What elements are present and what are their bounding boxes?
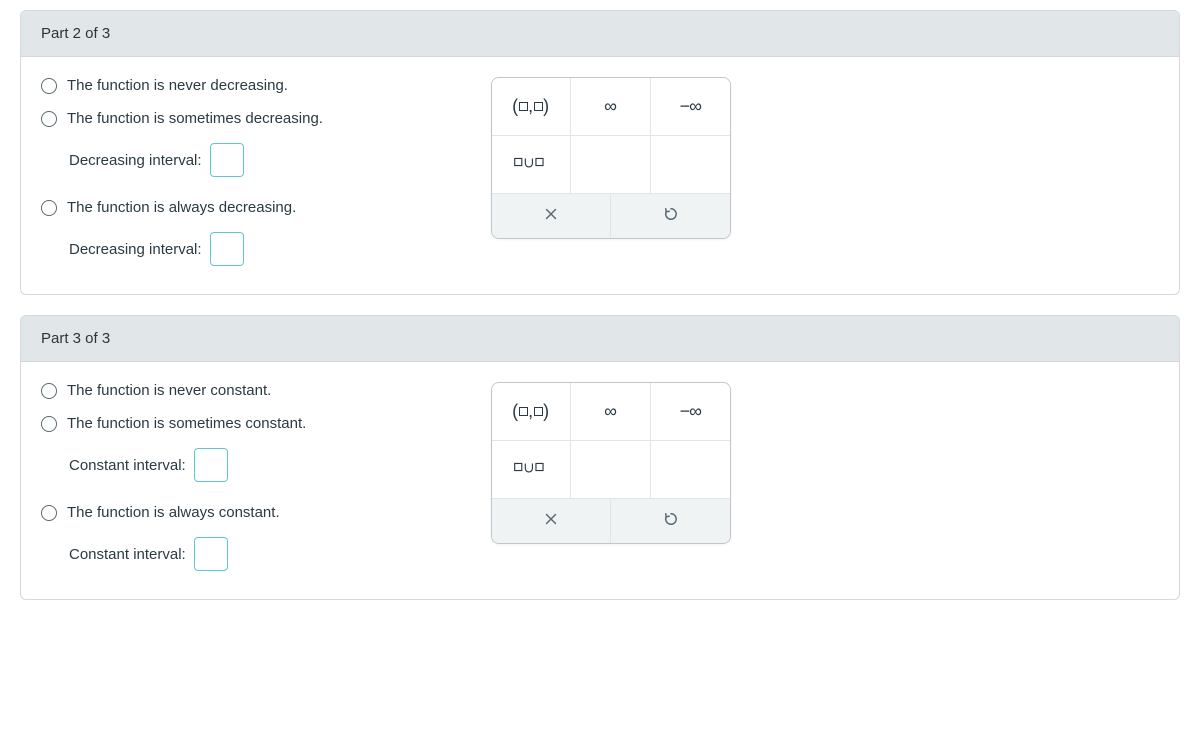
radio-option-never-constant[interactable]: The function is never constant. xyxy=(41,382,461,399)
palette-neg-infinity[interactable]: −∞ xyxy=(651,78,730,136)
palette-empty-b xyxy=(651,441,730,499)
radio-option-sometimes-constant[interactable]: The function is sometimes constant. xyxy=(41,415,461,432)
palette-empty-b xyxy=(651,136,730,194)
symbol-palette: (,) ∞ −∞ xyxy=(491,382,731,544)
interval-input[interactable] xyxy=(194,537,228,571)
part-header: Part 3 of 3 xyxy=(21,316,1179,362)
palette-actions xyxy=(492,499,730,543)
palette-infinity[interactable]: ∞ xyxy=(571,383,650,441)
open-interval-icon: (,) xyxy=(512,401,550,422)
part-2-section: Part 2 of 3 The function is never decrea… xyxy=(20,10,1180,295)
close-icon xyxy=(542,205,560,227)
palette-infinity[interactable]: ∞ xyxy=(571,78,650,136)
interval-input[interactable] xyxy=(210,143,244,177)
radio-icon xyxy=(41,111,57,127)
radio-icon xyxy=(41,78,57,94)
palette-neg-infinity[interactable]: −∞ xyxy=(651,383,730,441)
interval-input[interactable] xyxy=(194,448,228,482)
union-icon xyxy=(514,458,548,481)
part-header-label: Part 3 of 3 xyxy=(41,330,110,347)
section-body: The function is never decreasing. The fu… xyxy=(21,57,1179,294)
radio-icon xyxy=(41,383,57,399)
palette-grid: (,) ∞ −∞ xyxy=(492,78,730,194)
radio-icon xyxy=(41,416,57,432)
palette-empty-a xyxy=(571,441,650,499)
options-column: The function is never constant. The func… xyxy=(41,382,461,575)
undo-icon xyxy=(662,510,680,532)
interval-label: Constant interval: xyxy=(69,457,186,474)
radio-option-never-decreasing[interactable]: The function is never decreasing. xyxy=(41,77,461,94)
constant-interval-row-b: Constant interval: xyxy=(41,537,461,571)
option-label: The function is always constant. xyxy=(67,504,280,521)
palette-undo-button[interactable] xyxy=(611,194,730,238)
option-label: The function is always decreasing. xyxy=(67,199,296,216)
palette-union[interactable] xyxy=(492,441,571,499)
palette-empty-a xyxy=(571,136,650,194)
undo-icon xyxy=(662,205,680,227)
open-interval-icon: (,) xyxy=(512,96,550,117)
interval-label: Constant interval: xyxy=(69,546,186,563)
decreasing-interval-row-a: Decreasing interval: xyxy=(41,143,461,177)
palette-open-interval[interactable]: (,) xyxy=(492,78,571,136)
palette-actions xyxy=(492,194,730,238)
part-3-section: Part 3 of 3 The function is never consta… xyxy=(20,315,1180,600)
close-icon xyxy=(542,510,560,532)
radio-option-sometimes-decreasing[interactable]: The function is sometimes decreasing. xyxy=(41,110,461,127)
option-label: The function is sometimes decreasing. xyxy=(67,110,323,127)
option-label: The function is never decreasing. xyxy=(67,77,288,94)
interval-label: Decreasing interval: xyxy=(69,152,202,169)
neg-infinity-icon: −∞ xyxy=(680,401,701,422)
palette-undo-button[interactable] xyxy=(611,499,730,543)
radio-option-always-constant[interactable]: The function is always constant. xyxy=(41,504,461,521)
options-column: The function is never decreasing. The fu… xyxy=(41,77,461,270)
part-header: Part 2 of 3 xyxy=(21,11,1179,57)
palette-grid: (,) ∞ −∞ xyxy=(492,383,730,499)
palette-open-interval[interactable]: (,) xyxy=(492,383,571,441)
infinity-icon: ∞ xyxy=(604,401,617,422)
interval-label: Decreasing interval: xyxy=(69,241,202,258)
part-header-label: Part 2 of 3 xyxy=(41,25,110,42)
radio-icon xyxy=(41,505,57,521)
palette-union[interactable] xyxy=(492,136,571,194)
section-body: The function is never constant. The func… xyxy=(21,362,1179,599)
radio-icon xyxy=(41,200,57,216)
infinity-icon: ∞ xyxy=(604,96,617,117)
symbol-palette: (,) ∞ −∞ xyxy=(491,77,731,239)
decreasing-interval-row-b: Decreasing interval: xyxy=(41,232,461,266)
palette-clear-button[interactable] xyxy=(492,194,611,238)
union-icon xyxy=(514,153,548,176)
option-label: The function is never constant. xyxy=(67,382,271,399)
radio-option-always-decreasing[interactable]: The function is always decreasing. xyxy=(41,199,461,216)
interval-input[interactable] xyxy=(210,232,244,266)
option-label: The function is sometimes constant. xyxy=(67,415,306,432)
neg-infinity-icon: −∞ xyxy=(680,96,701,117)
constant-interval-row-a: Constant interval: xyxy=(41,448,461,482)
palette-clear-button[interactable] xyxy=(492,499,611,543)
